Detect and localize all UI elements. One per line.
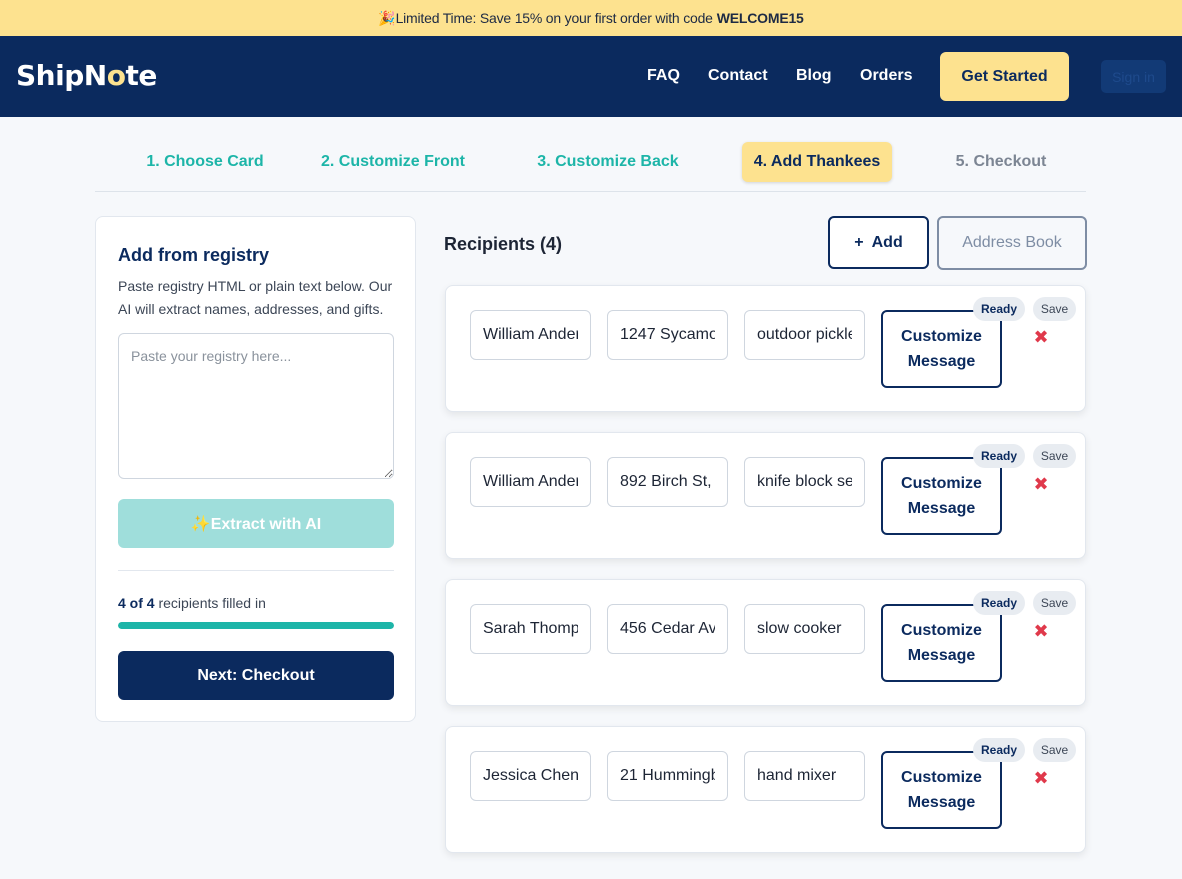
save-button[interactable]: Save <box>1033 591 1076 615</box>
progress-bar <box>118 622 394 629</box>
recipient-gift-input[interactable] <box>744 310 865 360</box>
promo-code: WELCOME15 <box>716 10 804 26</box>
progress-bar-fill <box>118 622 394 629</box>
customize-message-button[interactable]: Customize Message <box>881 457 1002 535</box>
checkout-steps: 1. Choose Card 2. Customize Front 3. Cus… <box>95 117 1086 192</box>
customize-message-button[interactable]: Customize Message <box>881 310 1002 388</box>
sign-in-button[interactable]: Sign in <box>1101 60 1166 93</box>
ready-badge: Ready <box>973 444 1025 468</box>
customize-message-button[interactable]: Customize Message <box>881 604 1002 682</box>
delete-icon[interactable]: ✖ <box>1033 618 1049 644</box>
delete-icon[interactable]: ✖ <box>1033 471 1049 497</box>
recipient-name-input[interactable] <box>470 310 591 360</box>
recipient-card: Customize Message Ready Save ✖ <box>445 432 1086 559</box>
step-customize-front[interactable]: 2. Customize Front <box>317 142 469 182</box>
recipient-name-input[interactable] <box>470 604 591 654</box>
party-icon: 🎉 <box>378 9 396 26</box>
recipient-gift-input[interactable] <box>744 604 865 654</box>
promo-text: Limited Time: Save 15% on your first ord… <box>395 10 713 26</box>
registry-input[interactable] <box>118 333 394 479</box>
registry-description: Paste registry HTML or plain text below.… <box>118 278 393 317</box>
registry-panel: Add from registry Paste registry HTML or… <box>95 216 416 722</box>
promo-banner: 🎉 Limited Time: Save 15% on your first o… <box>0 0 1182 36</box>
step-customize-back[interactable]: 3. Customize Back <box>533 142 683 182</box>
next-checkout-button[interactable]: Next: Checkout <box>118 651 394 700</box>
recipient-card: Customize Message Ready Save ✖ <box>445 579 1086 706</box>
add-label: Add <box>871 233 903 251</box>
nav-link-contact[interactable]: Contact <box>708 67 768 85</box>
delete-icon[interactable]: ✖ <box>1033 324 1049 350</box>
ready-badge: Ready <box>973 591 1025 615</box>
shipnote-logo[interactable]: ShipNote <box>16 59 157 92</box>
save-button[interactable]: Save <box>1033 738 1076 762</box>
recipient-address-input[interactable] <box>607 310 728 360</box>
nav-link-orders[interactable]: Orders <box>860 67 912 85</box>
extract-ai-button[interactable]: ✨Extract with AI <box>118 499 394 548</box>
save-button[interactable]: Save <box>1033 297 1076 321</box>
recipient-gift-input[interactable] <box>744 457 865 507</box>
delete-icon[interactable]: ✖ <box>1033 765 1049 791</box>
top-navbar: ShipNote FAQ Contact Blog Orders Get Sta… <box>0 36 1182 117</box>
ready-badge: Ready <box>973 297 1025 321</box>
progress-count: 4 of 4 <box>118 595 155 611</box>
divider <box>118 570 394 571</box>
recipient-name-input[interactable] <box>470 457 591 507</box>
ready-badge: Ready <box>973 738 1025 762</box>
recipient-card: Customize Message Ready Save ✖ <box>445 285 1086 412</box>
progress-text: 4 of 4 recipients filled in <box>118 595 266 611</box>
customize-message-button[interactable]: Customize Message <box>881 751 1002 829</box>
save-button[interactable]: Save <box>1033 444 1076 468</box>
add-recipient-button[interactable]: + Add <box>828 216 929 269</box>
step-add-thankees[interactable]: 4. Add Thankees <box>742 142 892 182</box>
nav-link-faq[interactable]: FAQ <box>647 67 680 85</box>
plus-icon: + <box>854 233 864 251</box>
address-book-button[interactable]: Address Book <box>937 216 1087 270</box>
recipient-address-input[interactable] <box>607 604 728 654</box>
recipient-address-input[interactable] <box>607 457 728 507</box>
get-started-button[interactable]: Get Started <box>940 52 1069 101</box>
recipient-name-input[interactable] <box>470 751 591 801</box>
recipient-card: Customize Message Ready Save ✖ <box>445 726 1086 853</box>
recipient-gift-input[interactable] <box>744 751 865 801</box>
registry-title: Add from registry <box>118 245 270 265</box>
step-choose-card[interactable]: 1. Choose Card <box>126 142 284 182</box>
recipients-title: Recipients (4) <box>444 234 563 254</box>
nav-link-blog[interactable]: Blog <box>796 67 832 85</box>
recipient-address-input[interactable] <box>607 751 728 801</box>
step-checkout[interactable]: 5. Checkout <box>951 142 1051 182</box>
progress-suffix: recipients filled in <box>158 595 266 611</box>
